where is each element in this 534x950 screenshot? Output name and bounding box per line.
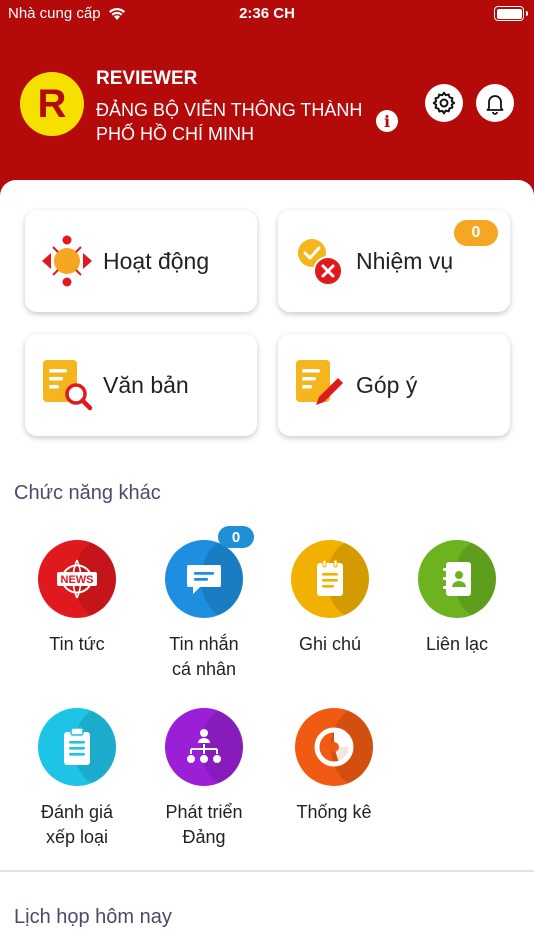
notifications-button[interactable] xyxy=(476,84,514,122)
bell-icon xyxy=(486,95,504,115)
function-label: Ghi chú xyxy=(298,634,362,654)
party-growth-icon xyxy=(165,708,243,786)
card-activities[interactable]: Hoạt động xyxy=(25,210,257,312)
card-label: Góp ý xyxy=(356,371,418,398)
evaluation-icon xyxy=(38,708,116,786)
other-functions-title: Chức năng khác xyxy=(14,482,161,504)
contacts-icon xyxy=(418,540,496,618)
function-party-growth[interactable]: Phát triển Đảng xyxy=(144,708,264,850)
note-icon xyxy=(291,540,369,618)
info-icon[interactable]: i xyxy=(376,110,398,132)
function-notes[interactable]: Ghi chú xyxy=(270,540,390,657)
profile-header: R REVIEWER ĐẢNG BỘ VIỄN THÔNG THÀNH PHỐ … xyxy=(0,28,534,188)
task-count-badge: 0 xyxy=(454,220,498,246)
card-label: Nhiệm vụ xyxy=(356,247,454,274)
card-documents[interactable]: Văn bản xyxy=(25,334,257,436)
battery-icon xyxy=(494,6,528,21)
status-time: 2:36 CH xyxy=(239,5,295,22)
card-tasks[interactable]: Nhiệm vụ 0 xyxy=(278,210,510,312)
section-divider xyxy=(0,870,534,872)
card-label: Văn bản xyxy=(103,371,189,398)
meetings-title: Lịch họp hôm nay xyxy=(14,906,172,928)
status-bar: Nhà cung cấp 2:36 CH xyxy=(0,0,534,28)
user-name: REVIEWER xyxy=(96,68,198,89)
function-news[interactable]: NEWS Tin tức xyxy=(17,540,137,657)
function-label: cá nhân xyxy=(171,659,237,679)
news-icon: NEWS xyxy=(38,540,116,618)
function-label: Tin tức xyxy=(49,634,105,654)
function-contacts[interactable]: Liên lạc xyxy=(397,540,517,657)
user-organization: ĐẢNG BỘ VIỄN THÔNG THÀNH PHỐ HỒ CHÍ MINH xyxy=(96,100,363,144)
task-icon xyxy=(292,233,348,289)
function-evaluation[interactable]: Đánh giá xếp loại xyxy=(17,708,137,850)
function-label: Phát triển xyxy=(165,802,243,822)
function-label: xếp loại xyxy=(45,827,109,847)
message-icon xyxy=(165,540,243,618)
content-sheet: Hoạt động Nhiệm vụ 0 Văn bản Góp ý Chức … xyxy=(0,180,534,950)
function-label: Đánh giá xyxy=(40,802,114,822)
gear-icon xyxy=(432,91,456,115)
card-feedback[interactable]: Góp ý xyxy=(278,334,510,436)
function-label: Thống kê xyxy=(296,802,372,822)
function-label: Đảng xyxy=(182,827,226,847)
statistics-icon xyxy=(295,708,373,786)
svg-text:NEWS: NEWS xyxy=(61,574,94,586)
avatar[interactable]: R xyxy=(20,72,84,136)
function-label: Liên lạc xyxy=(425,634,489,654)
message-count-badge: 0 xyxy=(218,526,254,548)
document-search-icon xyxy=(39,357,95,413)
card-label: Hoạt động xyxy=(103,247,210,274)
function-statistics[interactable]: Thống kê xyxy=(274,708,394,825)
function-messages[interactable]: 0 Tin nhắn cá nhân xyxy=(144,526,264,682)
function-label: Tin nhắn xyxy=(169,634,239,654)
settings-button[interactable] xyxy=(425,84,463,122)
activity-icon xyxy=(39,233,95,289)
feedback-icon xyxy=(292,357,348,413)
